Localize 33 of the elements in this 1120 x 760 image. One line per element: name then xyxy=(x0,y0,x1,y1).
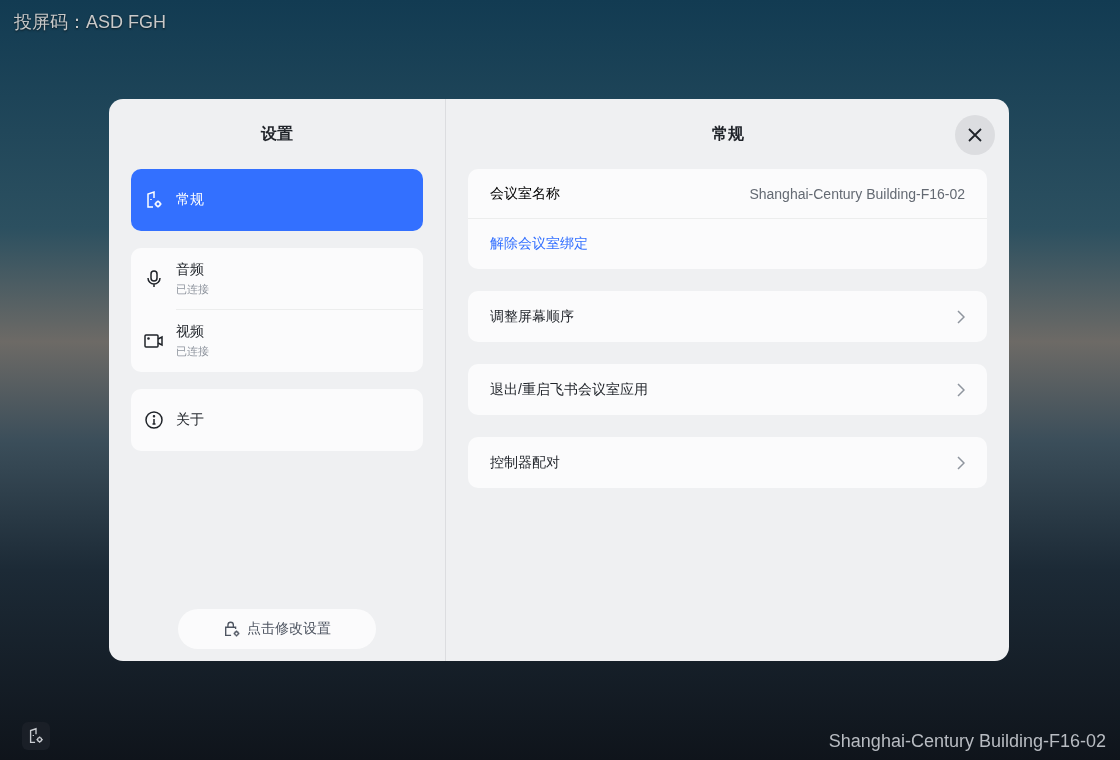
microphone-icon xyxy=(144,269,164,289)
menu-label: 关于 xyxy=(176,411,205,429)
info-icon xyxy=(144,410,164,430)
chevron-right-icon xyxy=(957,455,965,470)
chevron-right-icon xyxy=(957,382,965,397)
lock-settings-icon xyxy=(223,620,241,638)
screen-code: 投屏码：ASD FGH xyxy=(14,11,166,34)
settings-shortcut-button[interactable] xyxy=(22,722,50,750)
unlock-settings-button[interactable]: 点击修改设置 xyxy=(178,609,376,649)
menu-item[interactable]: 音频 已连接 xyxy=(131,248,423,310)
menu-label: 常规 xyxy=(176,191,205,209)
camera-icon xyxy=(144,331,164,351)
panel-title: 常规 xyxy=(711,124,744,144)
menu-item[interactable]: 视频 已连接 xyxy=(131,310,423,372)
device-settings-icon xyxy=(144,190,164,210)
room-name-label: 会议室名称 xyxy=(490,184,560,203)
close-icon xyxy=(967,127,983,143)
menu-label: 视频 xyxy=(176,323,205,341)
sidebar-title: 设置 xyxy=(259,124,294,144)
connection-status: 已连接 xyxy=(176,344,210,359)
settings-row[interactable]: 调整屏幕顺序 xyxy=(468,291,987,342)
unbind-room-link[interactable]: 解除会议室绑定 xyxy=(490,235,588,253)
menu-item[interactable]: 关于 xyxy=(131,389,423,451)
connection-status: 已连接 xyxy=(176,281,210,297)
close-button[interactable] xyxy=(955,115,995,155)
menu-label: 音频 xyxy=(176,260,205,279)
device-settings-icon xyxy=(27,727,45,745)
room-name-caption: Shanghai-Century Building-F16-02 xyxy=(828,731,1106,752)
room-name-value: Shanghai-Century Building-F16-02 xyxy=(749,185,965,202)
chevron-right-icon xyxy=(957,309,965,324)
settings-row[interactable]: 控制器配对 xyxy=(468,437,987,488)
settings-row[interactable]: 退出/重启飞书会议室应用 xyxy=(468,364,987,415)
menu-item[interactable]: 常规 xyxy=(131,169,423,231)
